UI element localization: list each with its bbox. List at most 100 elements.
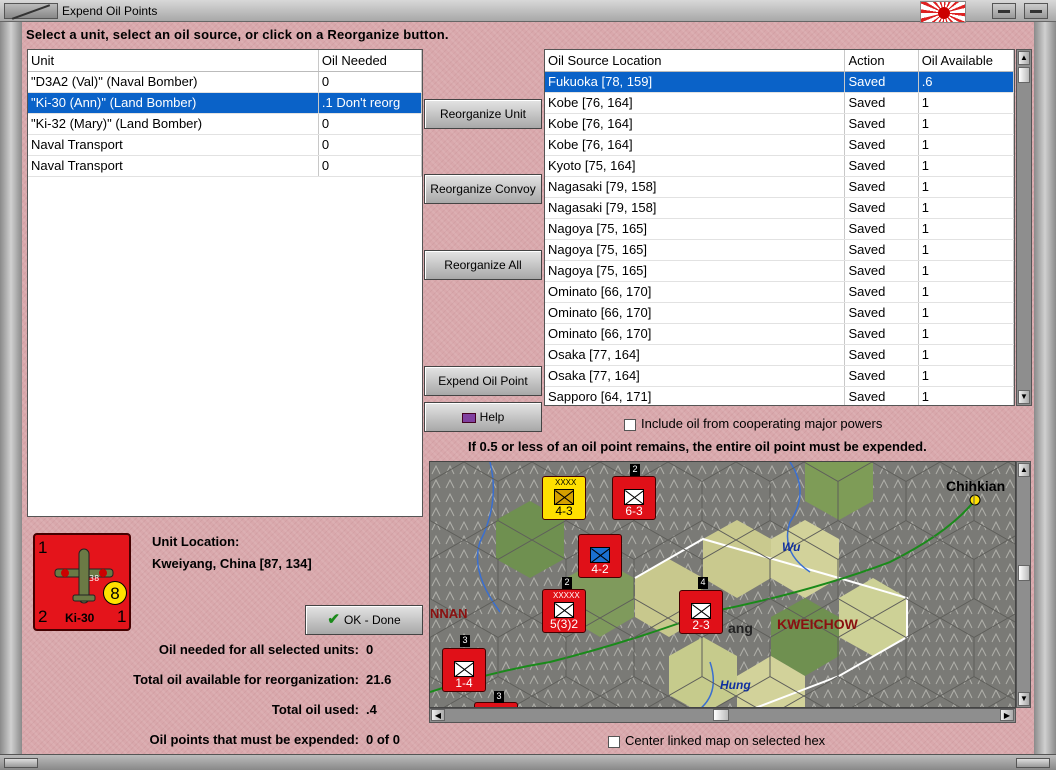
center-map-checkbox[interactable] — [608, 735, 620, 748]
help-button[interactable]: Help — [424, 402, 542, 432]
map-unit-counter[interactable]: 4-2 — [578, 534, 622, 578]
map-river-label: Hung — [720, 678, 751, 692]
oil-action-cell: Saved — [844, 71, 919, 93]
column-header-unit[interactable]: Unit — [28, 50, 319, 72]
map-vertical-scrollbar[interactable]: ▲ ▼ — [1016, 461, 1031, 708]
reorganize-unit-button[interactable]: Reorganize Unit — [424, 99, 542, 129]
scroll-thumb[interactable] — [1018, 67, 1030, 83]
oil-available-cell: 1 — [918, 113, 1014, 135]
help-label: Help — [479, 410, 505, 424]
oil-source-row[interactable]: Osaka [77, 164] Saved 1 — [545, 365, 1014, 387]
center-map-checkbox-row[interactable]: Center linked map on selected hex — [608, 733, 825, 748]
oil-source-row[interactable]: Kobe [76, 164] Saved 1 — [545, 113, 1014, 135]
map-unit-strength: 4-3 — [555, 504, 573, 518]
column-header-action[interactable]: Action — [844, 50, 919, 72]
oil-location-cell: Ominato [66, 170] — [545, 281, 846, 303]
oil-source-row[interactable]: Sapporo [64, 171] Saved 1 — [545, 386, 1014, 405]
map-scroll-up-icon[interactable]: ▲ — [1018, 463, 1030, 477]
oil-source-row[interactable]: Nagasaki [79, 158] Saved 1 — [545, 197, 1014, 219]
checkmark-icon: ✔ — [327, 611, 340, 628]
oil-needed-cell: 0 — [318, 71, 423, 93]
map-hscroll-thumb[interactable] — [713, 709, 729, 721]
units-list[interactable]: Unit Oil Needed "D3A2 (Val)" (Naval Bomb… — [27, 49, 423, 517]
oil-source-row[interactable]: Kyoto [75, 164] Saved 1 — [545, 155, 1014, 177]
include-cooperating-checkbox[interactable] — [624, 418, 636, 431]
unit-row[interactable]: "Ki-32 (Mary)" (Land Bomber) 0 — [28, 113, 423, 135]
close-button[interactable] — [1024, 3, 1048, 19]
oil-source-row[interactable]: Ominato [66, 170] Saved 1 — [545, 302, 1014, 324]
oil-list-scrollbar[interactable]: ▲ ▼ — [1016, 49, 1032, 406]
reorganize-convoy-button[interactable]: Reorganize Convoy — [424, 174, 542, 204]
counter-top-left: 1 — [38, 538, 48, 557]
oil-location-cell: Kobe [76, 164] — [545, 92, 846, 114]
oil-location-cell: Osaka [77, 164] — [545, 344, 846, 366]
resize-grip-left[interactable] — [4, 758, 38, 768]
system-menu-button[interactable] — [4, 3, 58, 20]
map-unit-counter[interactable]: XXXXX 5(3)2 — [542, 589, 586, 633]
map-unit-symbol — [554, 602, 574, 618]
ok-done-button[interactable]: ✔ OK - Done — [305, 605, 423, 635]
oil-location-cell: Ominato [66, 170] — [545, 302, 846, 324]
oil-available-cell: 1 — [918, 344, 1014, 366]
column-header-oil-needed[interactable]: Oil Needed — [318, 50, 423, 72]
oil-source-row[interactable]: Nagasaki [79, 158] Saved 1 — [545, 176, 1014, 198]
oil-available-cell: 1 — [918, 281, 1014, 303]
oil-source-list[interactable]: Oil Source Location Action Oil Available… — [544, 49, 1015, 406]
unit-row[interactable]: Naval Transport 0 — [28, 134, 423, 156]
map-unit-symbol — [624, 489, 644, 505]
oil-available-cell: 1 — [918, 155, 1014, 177]
column-header-oil-source-location[interactable]: Oil Source Location — [545, 50, 846, 72]
title-bar: Expend Oil Points — [0, 0, 1056, 23]
oil-location-cell: Kyoto [75, 164] — [545, 155, 846, 177]
oil-needed-cell: .1 Don't reorg — [318, 92, 423, 114]
unit-row[interactable]: Naval Transport 0 — [28, 155, 423, 177]
oil-source-row[interactable]: Nagoya [75, 165] Saved 1 — [545, 239, 1014, 261]
map-unit-strength: 1-4 — [455, 676, 473, 690]
oil-source-row[interactable]: Nagoya [75, 165] Saved 1 — [545, 260, 1014, 282]
column-header-oil-available[interactable]: Oil Available — [918, 50, 1014, 72]
oil-source-row[interactable]: Nagoya [75, 165] Saved 1 — [545, 218, 1014, 240]
oil-available-cell: 1 — [918, 197, 1014, 219]
map-stack-count: 2 — [562, 577, 572, 589]
oil-needed-cell: 0 — [318, 155, 423, 177]
map-unit-counter[interactable]: XXXX 4-3 — [542, 476, 586, 520]
stat-value: .4 — [366, 702, 377, 717]
oil-needed-cell: 0 — [318, 113, 423, 135]
oil-available-cell: 1 — [918, 218, 1014, 240]
reorganize-all-button[interactable]: Reorganize All — [424, 250, 542, 280]
stat-value: 0 of 0 — [366, 732, 400, 747]
map-stack-count: 4 — [698, 577, 708, 589]
minimize-button[interactable] — [992, 3, 1016, 19]
oil-source-row[interactable]: Ominato [66, 170] Saved 1 — [545, 281, 1014, 303]
oil-available-cell: 1 — [918, 365, 1014, 387]
oil-available-cell: 1 — [918, 302, 1014, 324]
map-horizontal-scrollbar[interactable]: ◀ ▶ — [429, 708, 1016, 723]
map-unit-counter[interactable]: 2-3 — [679, 590, 723, 634]
counter-unit-name: Ki-30 — [65, 611, 95, 625]
counter-bottom-left: 2 — [38, 607, 48, 626]
oil-source-row[interactable]: Kobe [76, 164] Saved 1 — [545, 134, 1014, 156]
oil-source-row[interactable]: Kobe [76, 164] Saved 1 — [545, 92, 1014, 114]
map-unit-counter[interactable]: 1-4 — [442, 648, 486, 692]
scroll-down-arrow-icon[interactable]: ▼ — [1018, 390, 1030, 404]
unit-row[interactable]: "D3A2 (Val)" (Naval Bomber) 0 — [28, 71, 423, 93]
mini-map[interactable]: XXXX 4-3 6-3 2 4-2 XXXXX 5(3)2 2 2-3 4 1… — [429, 461, 1016, 708]
expend-oil-point-button[interactable]: Expend Oil Point — [424, 366, 542, 396]
include-cooperating-checkbox-row[interactable]: Include oil from cooperating major power… — [624, 416, 882, 431]
scroll-up-arrow-icon[interactable]: ▲ — [1018, 51, 1030, 65]
oil-source-row[interactable]: Fukuoka [78, 159] Saved .6 — [545, 71, 1014, 93]
map-scroll-left-icon[interactable]: ◀ — [431, 709, 445, 721]
map-scroll-right-icon[interactable]: ▶ — [1000, 709, 1014, 721]
japan-flag-icon — [920, 1, 966, 23]
resize-grip-right[interactable] — [1016, 758, 1050, 768]
map-unit-counter[interactable]: 6-3 — [612, 476, 656, 520]
oil-source-row[interactable]: Osaka [77, 164] Saved 1 — [545, 344, 1014, 366]
unit-location-value: Kweiyang, China [87, 134] — [152, 556, 312, 571]
map-city-label: ang — [728, 620, 753, 636]
map-scroll-down-icon[interactable]: ▼ — [1018, 692, 1030, 706]
map-stack-count: 3 — [494, 691, 504, 703]
help-book-icon — [461, 412, 476, 423]
map-vscroll-thumb[interactable] — [1018, 565, 1030, 581]
oil-source-row[interactable]: Ominato [66, 170] Saved 1 — [545, 323, 1014, 345]
unit-row[interactable]: "Ki-30 (Ann)" (Land Bomber) .1 Don't reor… — [28, 92, 423, 114]
